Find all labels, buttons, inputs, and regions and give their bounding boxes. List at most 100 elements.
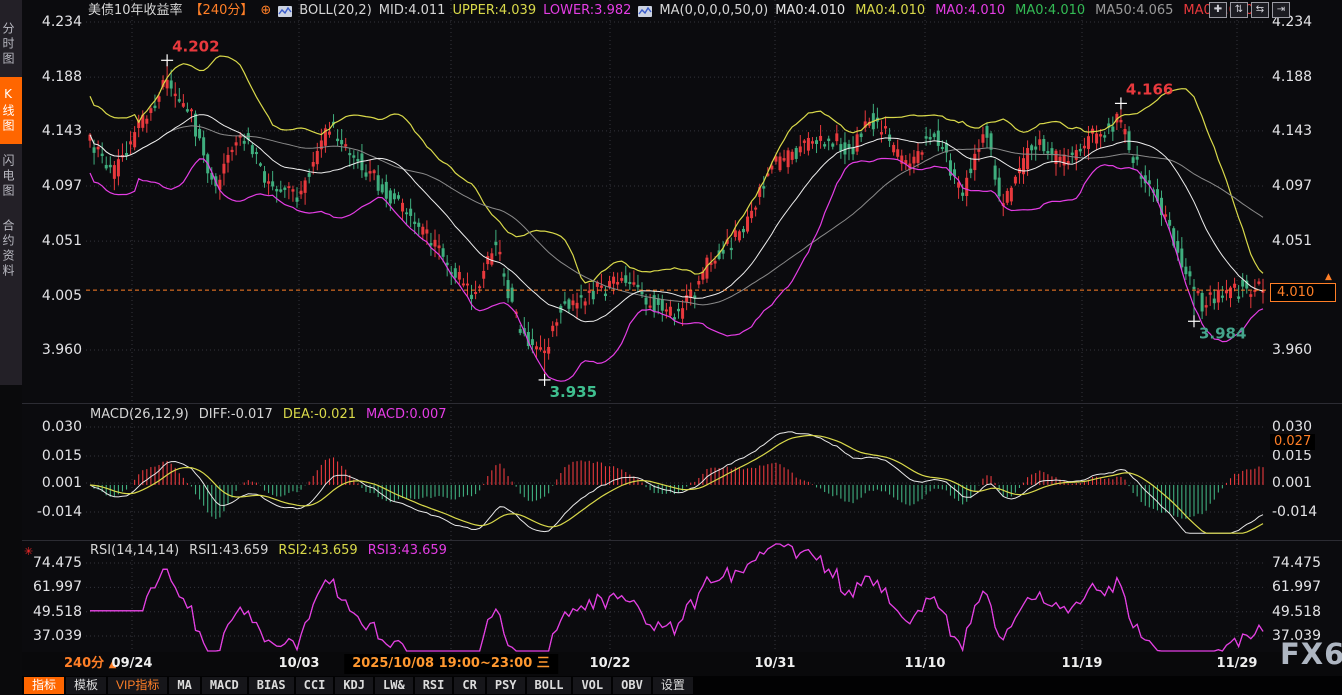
indicator-settings-icon[interactable]: ⊕ [260, 3, 271, 19]
toolbar-tab-OBV[interactable]: OBV [613, 677, 651, 694]
date-tick: 10/03 [279, 652, 320, 676]
toolbar-tab-LW&[interactable]: LW& [375, 677, 413, 694]
sidebar-item-1[interactable]: K线图 [0, 77, 22, 144]
indicator-toolbar: 指标模板VIP指标MAMACDBIASCCIKDJLW&RSICRPSYBOLL… [22, 676, 1342, 695]
left-sidebar: 分时图K线图闪电图合约资料 [0, 0, 22, 695]
time-axis: 240分 ▲ 09/2410/0310/2210/3111/1011/1911/… [22, 652, 1342, 676]
toolbar-tab-BOLL[interactable]: BOLL [527, 677, 572, 694]
macd-dea-value: DEA:-0.021 [283, 407, 356, 422]
macd-axis-label: -0.014 [22, 504, 82, 520]
date-tick: 11/29 [1217, 652, 1258, 676]
macd-value-badge: 0.027 [1270, 434, 1315, 450]
macd-axis-label: 0.015 [22, 448, 82, 464]
toolbar-tab-MACD[interactable]: MACD [202, 677, 247, 694]
macd-axis-label: 0.001 [22, 475, 82, 491]
date-tick: 10/31 [755, 652, 796, 676]
date-tick: 11/10 [905, 652, 946, 676]
macd-diff-value: DIFF:-0.017 [199, 407, 273, 422]
price-axis-label: 4.097 [1272, 178, 1332, 194]
toolbar-tab-PSY[interactable]: PSY [487, 677, 525, 694]
toolbar-tab-KDJ[interactable]: KDJ [335, 677, 373, 694]
price-axis-label: 3.960 [22, 342, 82, 358]
extreme-price-annotation: 3.984 [1199, 324, 1246, 342]
ma-values: MA0:4.010MA0:4.010MA0:4.010MA0:4.010MA50… [775, 3, 1253, 19]
rsi-params: RSI(14,14,14) [90, 543, 179, 558]
toolbar-tab-MA[interactable]: MA [169, 677, 199, 694]
toolbar-tab-指标[interactable]: 指标 [24, 677, 64, 694]
pane-divider[interactable] [22, 403, 1342, 404]
macd-axis-label: 0.001 [1272, 475, 1332, 491]
price-marker-arrow-icon: ▲ [1325, 272, 1332, 282]
scale-vertical-icon[interactable]: ⇅ [1230, 2, 1248, 18]
rsi-header: RSI(14,14,14) RSI1:43.659 RSI2:43.659 RS… [90, 543, 447, 558]
ma-value: MA0:4.010 [1015, 3, 1085, 19]
toolbar-tab-RSI[interactable]: RSI [415, 677, 453, 694]
fx678-watermark: FX678 [1280, 637, 1342, 671]
price-axis-label: 4.143 [1272, 123, 1332, 139]
boll-lower-value: LOWER:3.982 [543, 3, 631, 19]
price-axis-label: 4.051 [22, 233, 82, 249]
sidebar-item-0[interactable]: 分时图 [0, 12, 22, 77]
macd-axis-label: 0.030 [1272, 419, 1332, 435]
price-axis-label: 4.051 [1272, 233, 1332, 249]
price-axis-label: 3.960 [1272, 342, 1332, 358]
ma-value: MA50:4.065 [1095, 3, 1173, 19]
detach-icon[interactable]: ⇥ [1272, 2, 1290, 18]
toolbar-tab-CCI[interactable]: CCI [296, 677, 334, 694]
macd-axis-label: 0.015 [1272, 448, 1332, 464]
pane-divider[interactable] [22, 540, 1342, 541]
rsi1-value: RSI1:43.659 [189, 543, 268, 558]
boll-upper-value: UPPER:4.039 [452, 3, 536, 19]
move-icon[interactable]: ✚ [1209, 2, 1227, 18]
ma-label: MA(0,0,0,0,50,0) [659, 3, 768, 19]
toolbar-tab-VIP指标[interactable]: VIP指标 [108, 677, 167, 694]
date-tick: 11/19 [1062, 652, 1103, 676]
toolbar-tab-CR[interactable]: CR [454, 677, 484, 694]
rsi-axis-label: 37.039 [22, 628, 82, 644]
current-price-badge: 4.010 [1270, 283, 1336, 302]
instrument-title: 美债10年收益率 [88, 3, 183, 19]
scale-horizontal-icon[interactable]: ⇆ [1251, 2, 1269, 18]
ma-chart-icon[interactable] [638, 6, 652, 17]
alert-burst-icon[interactable]: ✳ [24, 545, 33, 558]
extreme-price-annotation: 3.935 [550, 383, 597, 401]
date-tick: 10/22 [590, 652, 631, 676]
macd-axis-label: -0.014 [1272, 504, 1332, 520]
boll-chart-icon[interactable] [278, 6, 292, 17]
boll-label: BOLL(20,2) [299, 3, 372, 19]
ma-value: MA0:4.010 [855, 3, 925, 19]
chart-header: 美债10年收益率 【240分】 ⊕ BOLL(20,2) MID:4.011 U… [88, 3, 1253, 19]
timeframe-badge[interactable]: 【240分】 [190, 3, 254, 19]
price-axis-label: 4.143 [22, 123, 82, 139]
macd-chart[interactable] [86, 403, 1268, 540]
toolbar-tab-BIAS[interactable]: BIAS [249, 677, 294, 694]
timeframe-label: 240分 [64, 656, 104, 671]
price-axis-label: 4.188 [22, 69, 82, 85]
chart-region: 美债10年收益率 【240分】 ⊕ BOLL(20,2) MID:4.011 U… [22, 0, 1342, 695]
price-axis-label: 4.188 [1272, 69, 1332, 85]
price-axis-label: 4.005 [22, 288, 82, 304]
window-controls: ✚⇅⇆⇥ [1209, 2, 1290, 18]
price-axis-label: 4.097 [22, 178, 82, 194]
selected-period-label: 2025/10/08 19:00~23:00 三 [344, 654, 558, 674]
ma-value: MA0:4.010 [775, 3, 845, 19]
timeframe-selector[interactable]: 240分 ▲ [64, 652, 116, 676]
toolbar-tab-模板[interactable]: 模板 [66, 677, 106, 694]
rsi-axis-label: 49.518 [1272, 604, 1332, 620]
toolbar-tab-VOL[interactable]: VOL [573, 677, 611, 694]
sidebar-item-2[interactable]: 闪电图 [0, 144, 22, 209]
rsi2-value: RSI2:43.659 [278, 543, 357, 558]
rsi-axis-label: 61.997 [22, 579, 82, 595]
toolbar-tab-设置[interactable]: 设置 [653, 677, 693, 694]
price-axis-label: 4.234 [22, 14, 82, 30]
macd-axis-label: 0.030 [22, 419, 82, 435]
rsi-axis-label: 61.997 [1272, 579, 1332, 595]
rsi-axis-label: 74.475 [1272, 555, 1332, 571]
extreme-price-annotation: 4.166 [1126, 80, 1173, 98]
rsi-axis-label: 49.518 [22, 604, 82, 620]
macd-header: MACD(26,12,9) DIFF:-0.017 DEA:-0.021 MAC… [90, 407, 447, 422]
trading-terminal: 分时图K线图闪电图合约资料 美债10年收益率 【240分】 ⊕ BOLL(20,… [0, 0, 1342, 695]
rsi3-value: RSI3:43.659 [368, 543, 447, 558]
main-candlestick-chart[interactable]: 4.2023.9354.1663.984 [86, 0, 1268, 403]
sidebar-item-3[interactable]: 合约资料 [0, 209, 22, 289]
